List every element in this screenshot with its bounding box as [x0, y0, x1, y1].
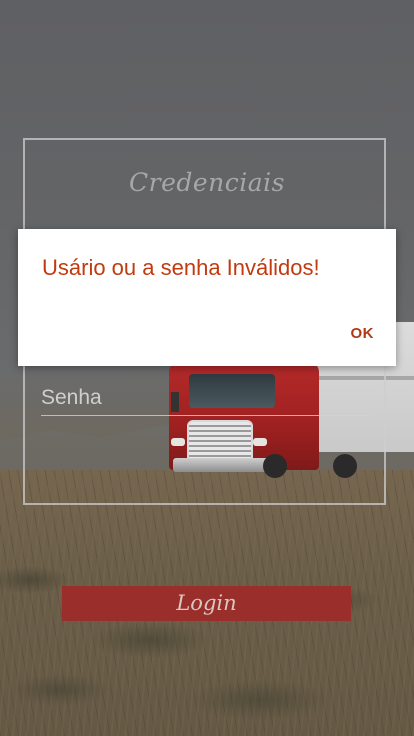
dialog-message: Usário ou a senha Inválidos! — [42, 255, 320, 280]
dialog-ok-button[interactable]: OK — [351, 325, 375, 342]
dialog-overlay — [0, 0, 414, 736]
alert-dialog: Usário ou a senha Inválidos! OK — [18, 229, 396, 366]
